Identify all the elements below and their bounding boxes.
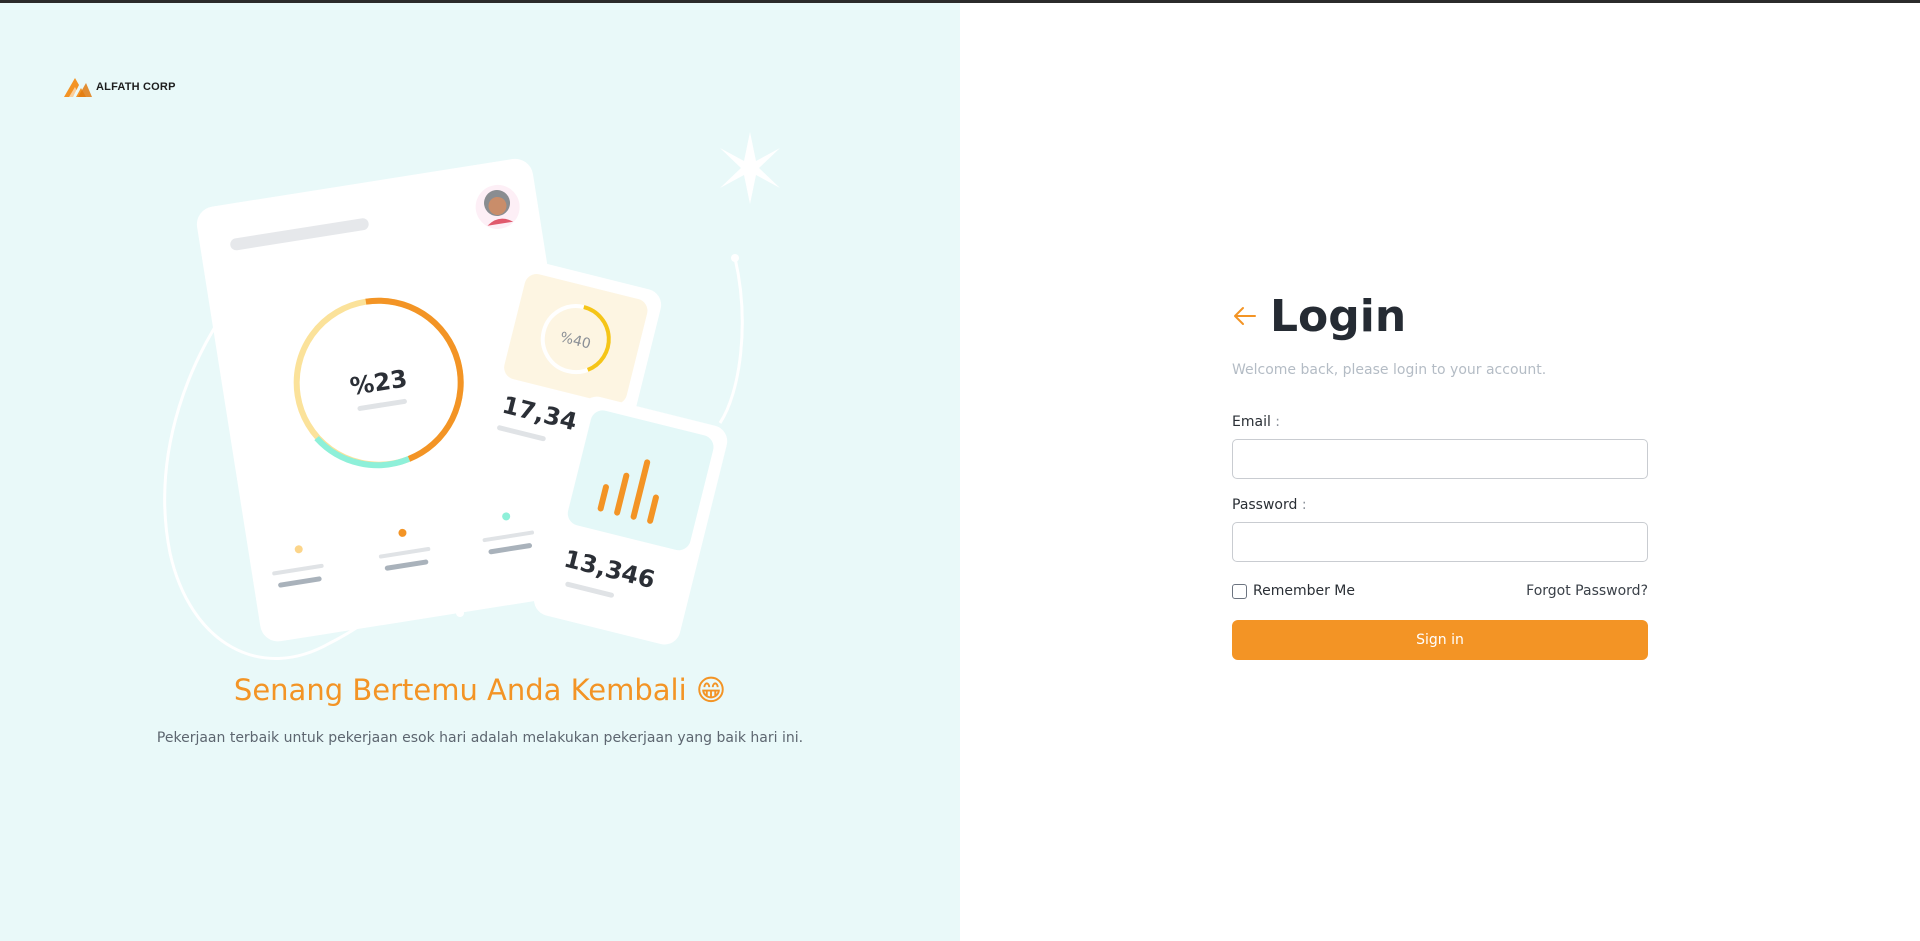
sign-in-button[interactable]: Sign in — [1232, 620, 1648, 660]
forgot-password-link[interactable]: Forgot Password? — [1526, 583, 1648, 599]
password-label-text: Password — [1232, 497, 1298, 513]
arrow-left-icon — [1234, 307, 1256, 325]
login-title: Login — [1270, 290, 1407, 342]
email-field[interactable] — [1232, 439, 1648, 479]
login-title-row: Login — [1232, 288, 1648, 344]
brand-name: ALFATH CORP — [96, 81, 176, 93]
remember-me-checkbox[interactable] — [1232, 583, 1247, 599]
back-button[interactable] — [1232, 303, 1258, 329]
email-label-text: Email — [1232, 414, 1271, 430]
sparkle-star-icon — [720, 132, 780, 204]
email-label: Email : — [1232, 414, 1648, 430]
welcome-subheading: Pekerjaan terbaik untuk pekerjaan esok h… — [156, 730, 804, 746]
brand-logo: ALFATH CORP — [64, 76, 176, 98]
login-subtitle: Welcome back, please login to your accou… — [1232, 362, 1547, 378]
password-label-colon: : — [1301, 497, 1307, 513]
welcome-heading: Senang Bertemu Anda Kembali 😁 — [233, 673, 727, 707]
form-options-row: Remember Me Forgot Password? — [1232, 580, 1648, 602]
password-field[interactable] — [1232, 522, 1648, 562]
login-form: Login Welcome back, please login to your… — [1232, 288, 1648, 660]
alfath-logo-icon — [64, 78, 92, 97]
email-label-colon: : — [1275, 414, 1281, 430]
remember-me[interactable]: Remember Me — [1232, 583, 1355, 599]
password-label: Password : — [1232, 497, 1648, 513]
hero-panel: ALFATH CORP %23 %40 17,346 13,346 Senang… — [0, 3, 960, 941]
dashboard-illustration: %23 %40 17,346 13,346 — [163, 132, 780, 660]
remember-me-label: Remember Me — [1253, 583, 1355, 599]
login-panel: Login Welcome back, please login to your… — [960, 3, 1920, 941]
